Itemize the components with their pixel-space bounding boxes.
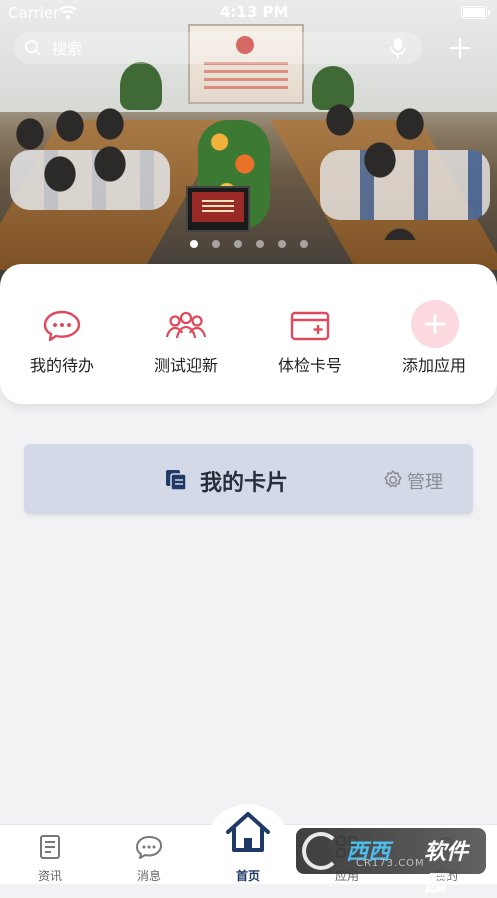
carousel-pagination (186, 238, 316, 250)
group-people-icon (165, 311, 207, 339)
tab-label: 首页 (235, 869, 260, 883)
microphone-icon[interactable] (388, 37, 408, 59)
banner-photo-plant (120, 62, 162, 110)
card-plus-icon (290, 311, 330, 341)
watermark-logo: 西西 软件园 CR173.COM (296, 828, 486, 897)
tab-news[interactable]: 资讯 (0, 825, 100, 884)
add-icon (425, 314, 445, 334)
search-icon (25, 40, 41, 56)
quick-app-label: 我的待办 (29, 356, 94, 375)
cards-stack-icon (166, 470, 187, 491)
quick-app-add[interactable]: 添加应用 (372, 294, 496, 384)
banner-photo-people (300, 100, 497, 240)
gear-icon[interactable] (382, 469, 404, 491)
carrier-label: Carrier (8, 4, 60, 22)
status-time: 4:13 PM (220, 3, 289, 21)
quick-apps-panel: 我的待办 测试迎新 体检卡号 添加应用 (0, 264, 497, 404)
carousel-dot[interactable] (256, 240, 264, 248)
wifi-icon (59, 5, 77, 19)
tab-label: 资讯 (37, 869, 62, 883)
carousel-dot[interactable] (234, 240, 242, 248)
watermark-c-icon (302, 832, 340, 870)
watermark-text: 软件园 (424, 840, 469, 897)
quick-app-exam-card[interactable]: 体检卡号 (248, 294, 372, 384)
quick-app-welcome-test[interactable]: 测试迎新 (124, 294, 248, 384)
search-bar[interactable]: 搜索 (14, 32, 422, 64)
carousel-dot[interactable] (278, 240, 286, 248)
my-cards-title: 我的卡片 (200, 471, 289, 496)
search-placeholder: 搜索 (52, 40, 83, 58)
battery-icon (461, 6, 490, 19)
message-icon (136, 836, 162, 859)
add-icon[interactable] (446, 34, 474, 62)
home-icon[interactable] (224, 810, 272, 854)
quick-app-label: 添加应用 (401, 356, 466, 375)
carousel-dot[interactable] (190, 240, 198, 248)
tab-label: 消息 (136, 869, 161, 883)
quick-app-label: 体检卡号 (277, 356, 342, 375)
news-icon (40, 835, 60, 859)
manage-button[interactable]: 管理 (407, 468, 443, 494)
status-bar: Carrier 4:13 PM (0, 0, 497, 26)
quick-app-todo[interactable]: 我的待办 (0, 294, 124, 384)
watermark-subtext: CR173.COM (356, 858, 425, 869)
carousel-dot[interactable] (212, 240, 220, 248)
screen-text-lines (204, 62, 288, 92)
quick-app-label: 测试迎新 (153, 356, 218, 375)
carousel-dot[interactable] (300, 240, 308, 248)
banner-photo-people (0, 104, 190, 234)
banner-photo-laptop (186, 186, 250, 232)
my-cards-bar[interactable]: 我的卡片 管理 (24, 444, 473, 514)
chat-bubble-icon (43, 310, 81, 342)
tab-messages[interactable]: 消息 (99, 825, 199, 884)
